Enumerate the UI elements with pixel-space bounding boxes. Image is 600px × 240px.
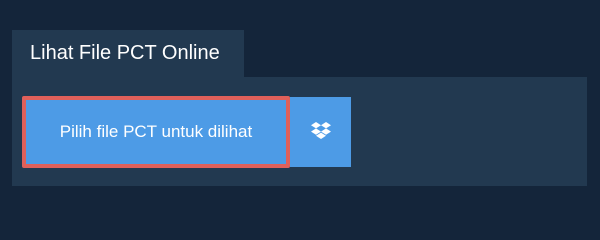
tab-view-online: Lihat File PCT Online <box>12 30 244 77</box>
choose-file-button[interactable]: Pilih file PCT untuk dilihat <box>22 96 290 168</box>
dropbox-button[interactable] <box>290 97 351 167</box>
dropbox-icon <box>310 122 332 142</box>
tab-title: Lihat File PCT Online <box>30 42 220 64</box>
